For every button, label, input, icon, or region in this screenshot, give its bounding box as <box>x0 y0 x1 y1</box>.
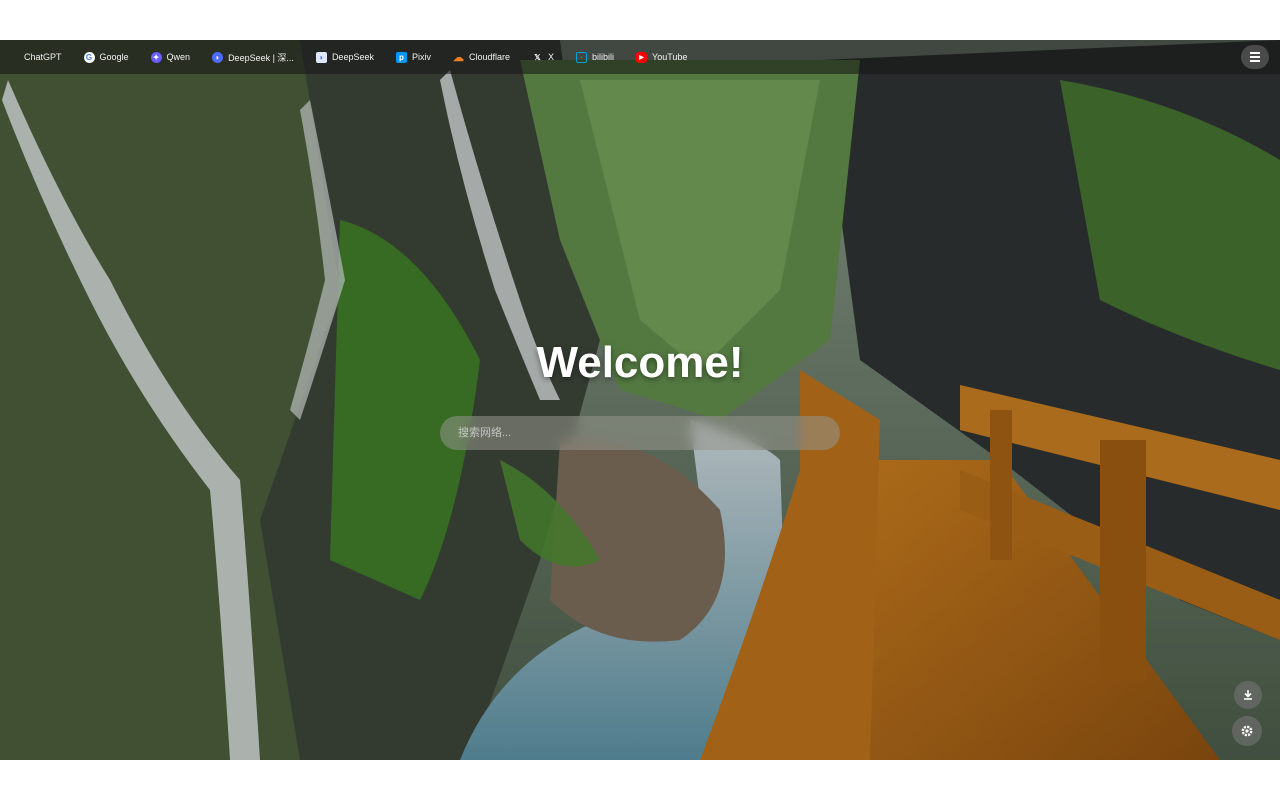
bookmark-youtube[interactable]: ▶ YouTube <box>628 45 695 69</box>
bookmark-label: Qwen <box>166 52 191 62</box>
bookmark-label: DeepSeek | 深... <box>228 52 294 63</box>
bookmark-pixiv[interactable]: p Pixiv <box>388 45 439 69</box>
hamburger-menu-icon <box>1250 51 1260 63</box>
bookmark-label: DeepSeek <box>331 52 374 62</box>
bookmarks-bar: ChatGPT G Google ✦ Qwen ◗ DeepSeek | 深..… <box>0 40 1280 74</box>
gear-icon <box>1241 725 1253 737</box>
bookmark-google[interactable]: G Google <box>76 45 137 69</box>
search-box[interactable] <box>440 416 840 450</box>
bookmark-label: Google <box>99 52 129 62</box>
qwen-icon: ✦ <box>150 51 162 63</box>
background-image <box>0 40 1280 760</box>
bookmark-bilibili[interactable]: · bilibili <box>568 45 622 69</box>
bilibili-icon: · <box>576 51 588 63</box>
cloudflare-icon: ☁ <box>452 51 464 64</box>
bookmark-qwen[interactable]: ✦ Qwen <box>143 45 199 69</box>
new-tab-page: ChatGPT G Google ✦ Qwen ◗ DeepSeek | 深..… <box>0 40 1280 760</box>
bookmark-label: YouTube <box>652 52 688 62</box>
menu-button[interactable] <box>1241 45 1269 69</box>
youtube-icon: ▶ <box>636 51 648 63</box>
deepseek-icon: ◗ <box>315 51 327 63</box>
bookmark-label: bilibili <box>592 52 615 62</box>
welcome-heading: Welcome! <box>536 338 744 387</box>
pixiv-icon: p <box>395 51 407 63</box>
bookmark-label: Cloudflare <box>468 52 511 62</box>
bookmark-deepseek[interactable]: ◗ DeepSeek <box>308 45 382 69</box>
bookmark-chatgpt[interactable]: ChatGPT <box>20 45 70 69</box>
google-icon: G <box>83 51 95 63</box>
bookmark-label: Pixiv <box>411 52 431 62</box>
bookmark-deepseek-chat[interactable]: ◗ DeepSeek | 深... <box>204 45 302 69</box>
x-icon: 𝕏 <box>534 52 541 62</box>
bookmark-x[interactable]: 𝕏 X <box>524 45 562 69</box>
bookmark-label: ChatGPT <box>24 52 62 62</box>
search-input[interactable] <box>456 426 824 440</box>
bookmark-cloudflare[interactable]: ☁ Cloudflare <box>445 45 518 69</box>
download-button[interactable] <box>1234 681 1262 709</box>
download-icon <box>1244 690 1252 700</box>
deepseek-whale-icon: ◗ <box>212 51 224 63</box>
settings-button[interactable] <box>1232 716 1262 746</box>
bookmark-label: X <box>548 52 555 62</box>
